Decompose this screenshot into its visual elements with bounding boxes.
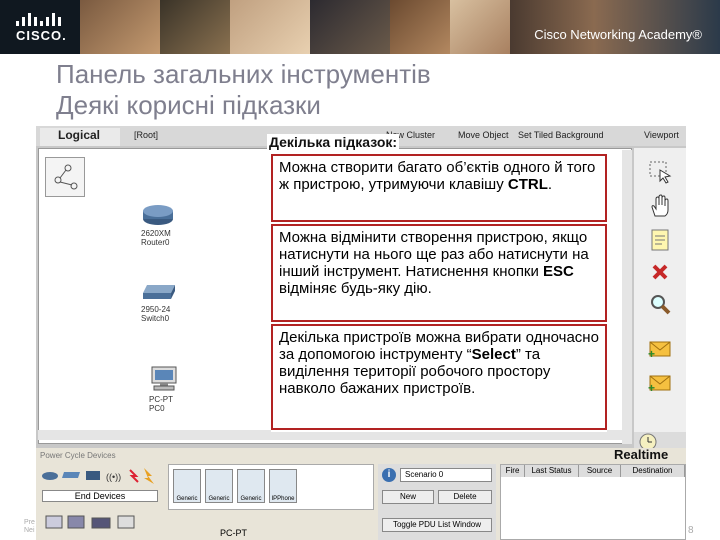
tip-key: CTRL (507, 176, 548, 193)
root-breadcrumb[interactable]: [Root] (134, 130, 158, 140)
tips-title: Декілька підказок: (267, 134, 400, 150)
new-scenario-button[interactable]: New (382, 490, 434, 504)
pdu-header-last-status: Last Status (525, 465, 579, 477)
switch-device[interactable]: 2950-24 Switch0 (141, 283, 177, 323)
tip-select: Декілька пристроїв можна вибрати одночас… (271, 324, 607, 430)
note-icon[interactable] (648, 228, 672, 252)
move-object-button[interactable]: Move Object (458, 130, 509, 140)
device-name: Router0 (141, 238, 170, 247)
cisco-bars-icon (16, 13, 61, 26)
navigation-panel-icon[interactable] (45, 157, 85, 197)
slide-subtitle: Деякі корисні підказки (56, 90, 321, 120)
tip-esc: Можна відмінити створення пристрою, якщо… (271, 224, 607, 322)
tip-text: відміняє будь-яку дію. (279, 280, 432, 297)
logical-tab[interactable]: Logical (40, 128, 120, 146)
router-device[interactable]: 2620XM Router0 (141, 203, 175, 247)
workspace-vertical-scrollbar[interactable] (622, 150, 632, 444)
end-devices-label: End Devices (42, 490, 158, 502)
set-tiled-background-button[interactable]: Set Tiled Background (518, 130, 604, 140)
academy-label: Cisco Networking Academy® (534, 27, 702, 42)
add-complex-pdu-icon[interactable]: + (648, 370, 672, 394)
pdu-list-table: Fire Last Status Source Destination (500, 464, 686, 540)
delete-scenario-button[interactable]: Delete (438, 490, 492, 504)
delete-x-icon[interactable] (648, 260, 672, 284)
add-simple-pdu-icon[interactable]: + (648, 336, 672, 360)
slide: CISCO. Cisco Networking Academy® Панель … (0, 0, 720, 540)
router-icon (143, 205, 173, 225)
device-name: Switch0 (141, 314, 170, 323)
device-model: PC-PT (149, 395, 173, 404)
viewport-button[interactable]: Viewport (644, 130, 679, 140)
pdu-header-destination: Destination (621, 465, 685, 477)
slide-title: Панель загальних інструментів (56, 59, 431, 89)
cisco-logo: CISCO. (0, 0, 80, 54)
logical-label: Logical (58, 128, 101, 142)
pdu-header-fire: Fire (501, 465, 525, 477)
banner-photo (310, 0, 390, 54)
pc-device[interactable]: PC-PT PC0 (149, 365, 179, 413)
inspect-magnifier-icon[interactable] (648, 292, 672, 316)
scenario-select[interactable]: Scenario 0 (400, 468, 492, 482)
banner-photo (80, 0, 160, 54)
tip-text: Декілька пристроїв можна вибрати одночас… (279, 329, 599, 363)
device-model: 2950-24 (141, 305, 171, 314)
device-button-ipphone[interactable]: IPPhone (269, 469, 297, 503)
bottom-panel: Power Cycle Devices ((•)) End Devices Ge… (36, 448, 686, 540)
scenario-panel: i Scenario 0 New Delete Toggle PDU List … (378, 464, 496, 540)
footer-line: Nei (24, 527, 35, 534)
footer-line: Pre (24, 519, 35, 526)
tip-key: Select (471, 346, 516, 363)
power-cycle-devices-button[interactable]: Power Cycle Devices (40, 451, 116, 460)
tip-text: . (547, 176, 553, 193)
footer-left: Pre Nei (24, 519, 35, 535)
device-button-generic[interactable]: Generic (173, 469, 201, 503)
device-name: PC0 (149, 404, 165, 413)
device-category-row[interactable] (42, 510, 162, 536)
selected-device-label: PC-PT (220, 528, 247, 538)
device-button-generic[interactable]: Generic (205, 469, 233, 503)
move-hand-icon[interactable] (648, 194, 672, 218)
banner-photo (160, 0, 230, 54)
switch-icon (143, 285, 175, 299)
svg-text:+: + (648, 347, 655, 360)
tip-key: ESC (543, 263, 574, 280)
device-category-icons[interactable]: ((•)) (40, 464, 164, 486)
cisco-logo-text: CISCO. (16, 28, 67, 43)
common-tools-bar: + + (634, 148, 686, 444)
device-list-panel: Generic Generic Generic IPPhone (168, 464, 374, 510)
tip-ctrl: Можна створити багато об’єктів одного й … (271, 154, 607, 222)
info-icon[interactable]: i (382, 468, 396, 482)
banner-photo (450, 0, 510, 54)
toggle-pdu-list-button[interactable]: Toggle PDU List Window (382, 518, 492, 532)
tips-callout: Можна створити багато об’єктів одного й … (271, 154, 607, 432)
device-button-generic[interactable]: Generic (237, 469, 265, 503)
select-icon[interactable] (648, 160, 672, 184)
pdu-header-source: Source (579, 465, 621, 477)
banner-photo (390, 0, 450, 54)
banner-photo (230, 0, 310, 54)
device-model: 2620XM (141, 229, 171, 238)
page-number: 8 (688, 525, 694, 536)
cisco-banner: CISCO. Cisco Networking Academy® (0, 0, 720, 54)
pc-icon (151, 366, 177, 391)
realtime-label[interactable]: Realtime (614, 447, 668, 462)
svg-text:((•)): ((•)) (106, 472, 121, 482)
svg-text:+: + (648, 381, 655, 394)
